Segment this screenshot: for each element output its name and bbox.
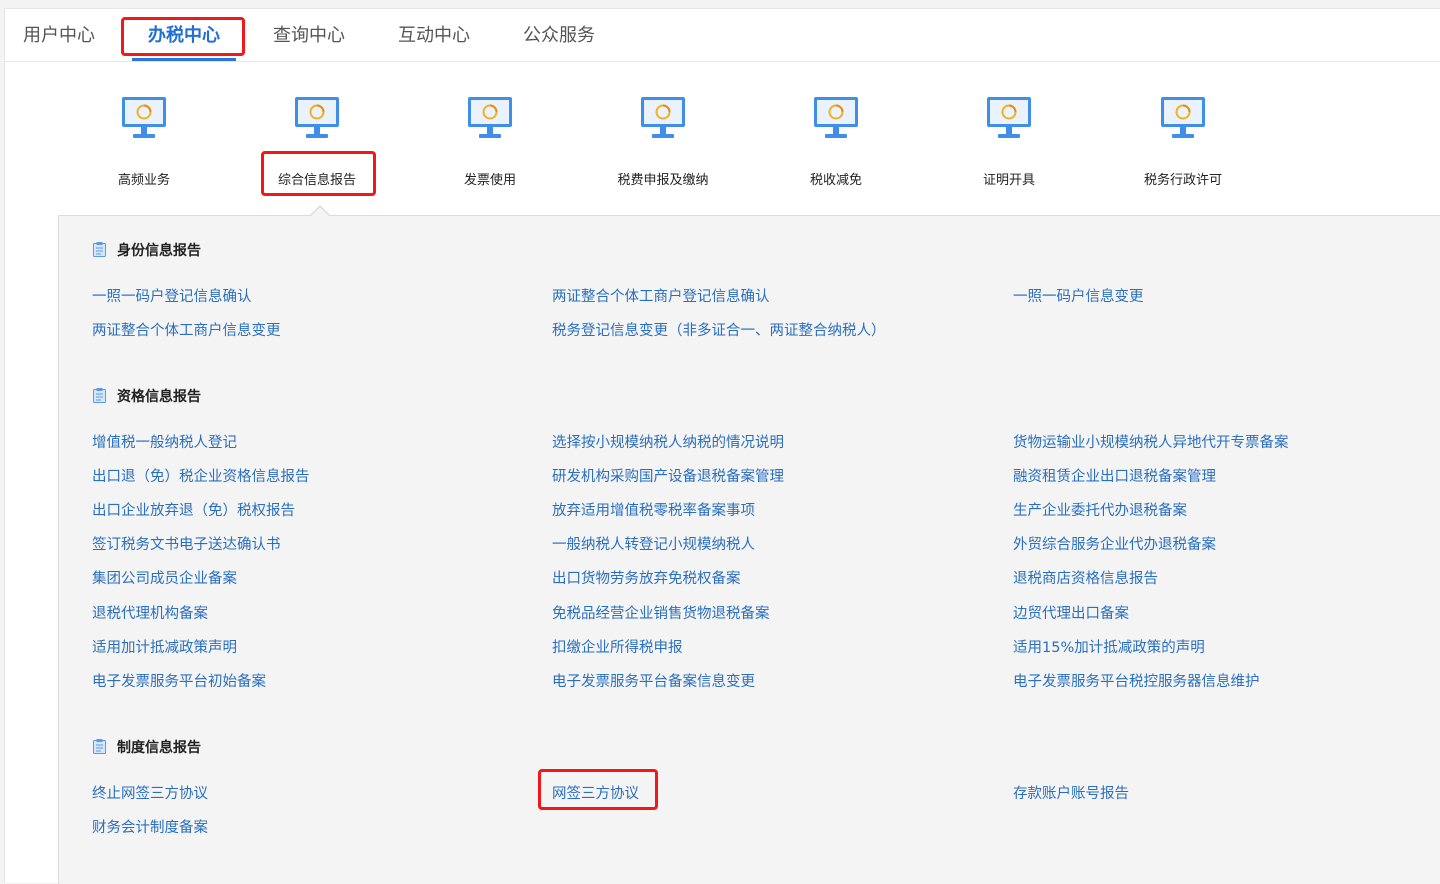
category-label: 证明开具	[982, 173, 1035, 188]
category-item[interactable]: 证明开具	[934, 95, 1084, 188]
service-link[interactable]: 边贸代理出口备案	[1013, 602, 1129, 623]
section-title: 身份信息报告	[117, 243, 201, 259]
service-link[interactable]: 电子发票服务平台税控服务器信息维护	[1013, 670, 1260, 691]
category-item[interactable]: 综合信息报告	[242, 95, 392, 188]
service-link[interactable]: 适用加计抵减政策声明	[92, 636, 237, 657]
clipboard-icon	[93, 242, 106, 257]
service-link[interactable]: 签订税务文书电子送达确认书	[92, 533, 281, 554]
tab-public-service[interactable]: 公众服务	[523, 24, 595, 48]
computer-monitor-icon	[466, 95, 514, 141]
service-link[interactable]: 一照一码户登记信息确认	[92, 285, 252, 306]
service-link[interactable]: 出口货物劳务放弃免税权备案	[552, 567, 741, 588]
top-nav-tabs: 用户中心 办税中心 查询中心 互动中心 公众服务	[5, 9, 1440, 62]
service-link[interactable]: 退税代理机构备案	[92, 602, 208, 623]
service-link[interactable]: 生产企业委托代办退税备案	[1013, 499, 1187, 520]
panel-pointer-inner	[311, 207, 329, 216]
category-label: 税费申报及缴纳	[617, 173, 709, 188]
service-link[interactable]: 外贸综合服务企业代办退税备案	[1013, 533, 1216, 554]
service-link[interactable]: 财务会计制度备案	[92, 816, 208, 837]
service-link[interactable]: 电子发票服务平台备案信息变更	[552, 670, 755, 691]
service-link[interactable]: 一照一码户信息变更	[1013, 285, 1144, 306]
category-item[interactable]: 高频业务	[69, 95, 219, 188]
service-link[interactable]: 集团公司成员企业备案	[92, 567, 237, 588]
service-link[interactable]: 融资租赁企业出口退税备案管理	[1013, 465, 1216, 486]
tab-tax-center[interactable]: 办税中心	[148, 24, 220, 48]
tab-user-center[interactable]: 用户中心	[23, 24, 95, 48]
active-tab-underline	[132, 58, 236, 61]
service-link[interactable]: 选择按小规模纳税人纳税的情况说明	[552, 431, 784, 452]
service-link[interactable]: 货物运输业小规模纳税人异地代开专票备案	[1013, 431, 1289, 452]
page-frame: 用户中心 办税中心 查询中心 互动中心 公众服务 高频业务 综合信息报告 发票使用税…	[4, 8, 1440, 884]
service-link[interactable]: 电子发票服务平台初始备案	[92, 670, 266, 691]
service-link[interactable]: 出口企业放弃退（免）税权报告	[92, 499, 295, 520]
service-link[interactable]: 网签三方协议	[552, 782, 639, 803]
service-link[interactable]: 免税品经营企业销售货物退税备案	[552, 602, 770, 623]
service-link[interactable]: 研发机构采购国产设备退税备案管理	[552, 465, 784, 486]
computer-monitor-icon	[120, 95, 168, 141]
category-label: 税务行政许可	[1143, 173, 1222, 188]
tab-query-center[interactable]: 查询中心	[273, 24, 345, 48]
service-link[interactable]: 出口退（免）税企业资格信息报告	[92, 465, 310, 486]
service-link[interactable]: 存款账户账号报告	[1013, 782, 1129, 803]
category-item[interactable]: 发票使用	[415, 95, 565, 188]
category-item[interactable]: 税务行政许可	[1108, 95, 1258, 188]
computer-monitor-icon	[1159, 95, 1207, 141]
category-item[interactable]: 税费申报及缴纳	[588, 95, 738, 188]
computer-monitor-icon	[639, 95, 687, 141]
category-label: 综合信息报告	[277, 173, 356, 188]
tab-interaction-center[interactable]: 互动中心	[398, 24, 470, 48]
service-link[interactable]: 退税商店资格信息报告	[1013, 567, 1158, 588]
computer-monitor-icon	[985, 95, 1033, 141]
service-link[interactable]: 放弃适用增值税零税率备案事项	[552, 499, 755, 520]
service-link[interactable]: 适用15%加计抵减政策的声明	[1013, 636, 1205, 657]
section-title: 制度信息报告	[117, 740, 201, 756]
service-link[interactable]: 增值税一般纳税人登记	[92, 431, 237, 452]
computer-monitor-icon	[812, 95, 860, 141]
service-link[interactable]: 扣缴企业所得税申报	[552, 636, 683, 657]
clipboard-icon	[93, 388, 106, 403]
clipboard-icon	[93, 739, 106, 754]
service-link[interactable]: 两证整合个体工商户信息变更	[92, 319, 281, 340]
category-label: 发票使用	[463, 173, 516, 188]
category-label: 税收减免	[809, 173, 862, 188]
service-link[interactable]: 一般纳税人转登记小规模纳税人	[552, 533, 755, 554]
service-link[interactable]: 税务登记信息变更（非多证合一、两证整合纳税人）	[552, 319, 886, 340]
service-link[interactable]: 两证整合个体工商户登记信息确认	[552, 285, 770, 306]
section-title: 资格信息报告	[117, 389, 201, 405]
service-link[interactable]: 终止网签三方协议	[92, 782, 208, 803]
category-label: 高频业务	[117, 173, 170, 188]
category-item[interactable]: 税收减免	[761, 95, 911, 188]
computer-monitor-icon	[293, 95, 341, 141]
